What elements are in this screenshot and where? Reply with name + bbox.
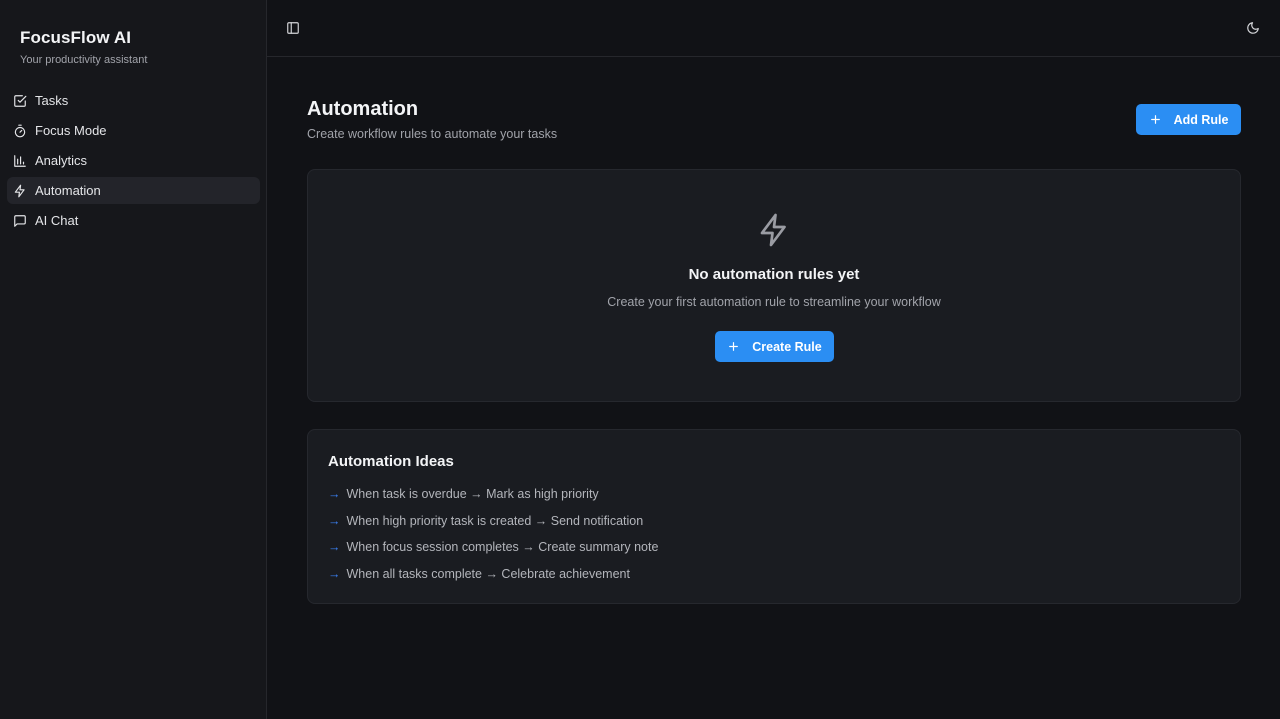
sidebar-item-tasks[interactable]: Tasks bbox=[7, 87, 260, 114]
app-subtitle: Your productivity assistant bbox=[20, 54, 148, 66]
message-square-icon bbox=[14, 214, 26, 227]
sidebar-item-focus-mode[interactable]: Focus Mode bbox=[7, 117, 260, 144]
sidebar-item-ai-chat[interactable]: AI Chat bbox=[7, 207, 260, 234]
empty-state-subtitle: Create your first automation rule to str… bbox=[607, 295, 941, 309]
list-item: → When high priority task is created → Se… bbox=[328, 514, 658, 541]
sidebar-item-label: AI Chat bbox=[35, 213, 79, 228]
plus-icon bbox=[729, 342, 739, 351]
sidebar-item-analytics[interactable]: Analytics bbox=[7, 147, 260, 174]
theme-toggle-button[interactable] bbox=[1240, 15, 1266, 41]
sidebar-item-automation[interactable]: Automation bbox=[7, 177, 260, 204]
moon-icon bbox=[1247, 22, 1259, 34]
sidebar-item-label: Analytics bbox=[35, 153, 88, 168]
idea-text: When all tasks complete → Celebrate achi… bbox=[346, 567, 630, 582]
arrow-right-icon: → bbox=[328, 487, 341, 501]
idea-text: When task is overdue → Mark as high prio… bbox=[346, 487, 599, 501]
arrow-right-icon: → bbox=[328, 567, 341, 582]
topbar bbox=[267, 0, 1280, 57]
add-rule-button[interactable]: Add Rule bbox=[1136, 104, 1241, 135]
create-rule-button[interactable]: Create Rule bbox=[715, 331, 834, 362]
ideas-list: → When task is overdue → Mark as high pri… bbox=[328, 487, 658, 594]
arrow-right-icon: → bbox=[328, 540, 341, 555]
list-item: → When task is overdue → Mark as high pri… bbox=[328, 487, 658, 514]
checkbox-icon bbox=[14, 94, 27, 107]
page-title: Automation bbox=[307, 98, 419, 120]
arrow-right-icon: → bbox=[328, 513, 341, 528]
app-title: FocusFlow AI bbox=[20, 28, 132, 47]
zap-icon bbox=[14, 184, 25, 197]
sidebar-item-label: Focus Mode bbox=[35, 123, 107, 138]
sidebar-item-label: Tasks bbox=[35, 93, 69, 108]
ideas-title: Automation Ideas bbox=[328, 453, 454, 470]
sidebar-toggle-button[interactable] bbox=[280, 15, 306, 41]
automation-ideas-card: Automation Ideas → When task is overdue →… bbox=[307, 429, 1241, 604]
list-item: → When focus session completes → Create s… bbox=[328, 540, 658, 567]
create-rule-label: Create Rule bbox=[752, 339, 822, 354]
idea-text: When high priority task is created → Sen… bbox=[346, 513, 644, 528]
empty-state-card: No automation rules yet Create your firs… bbox=[307, 169, 1241, 402]
add-rule-label: Add Rule bbox=[1173, 112, 1229, 127]
empty-state-title: No automation rules yet bbox=[688, 266, 860, 283]
plus-icon bbox=[1150, 115, 1160, 124]
sidebar-item-label: Automation bbox=[35, 183, 101, 198]
bar-chart-icon bbox=[14, 154, 26, 167]
sidebar-nav: Tasks Focus Mode Analytics Automation AI… bbox=[7, 87, 260, 237]
idea-text: When focus session completes → Create su… bbox=[346, 540, 659, 555]
timer-icon bbox=[14, 124, 26, 137]
panel-left-icon bbox=[287, 22, 299, 34]
zap-icon bbox=[760, 213, 786, 247]
sidebar: FocusFlow AI Your productivity assistant… bbox=[0, 0, 267, 719]
list-item: → When all tasks complete → Celebrate ach… bbox=[328, 567, 658, 594]
page-subtitle: Create workflow rules to automate your t… bbox=[307, 127, 558, 141]
